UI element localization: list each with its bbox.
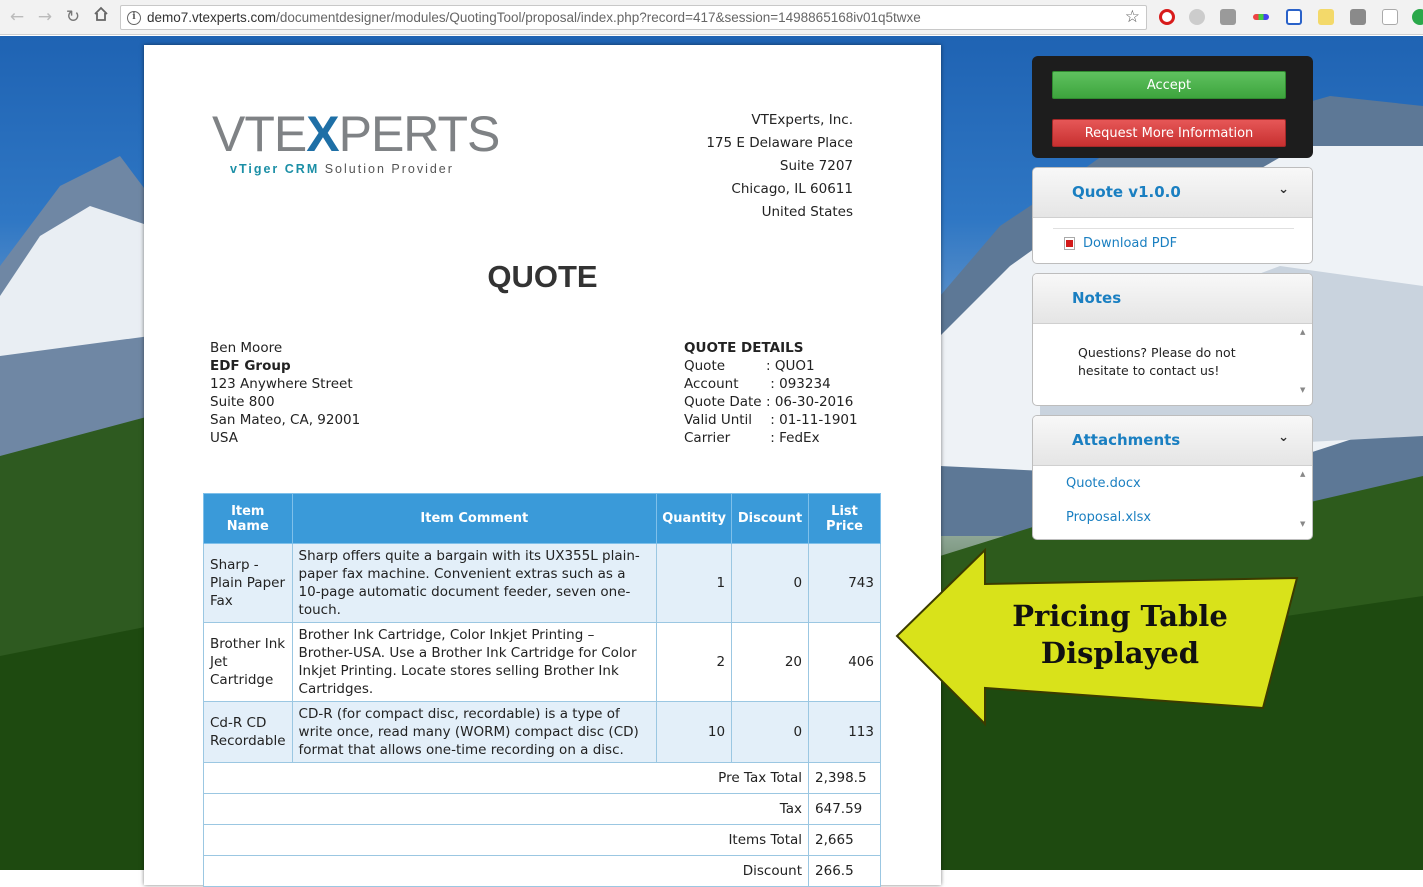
col-header-discount: Discount <box>731 493 810 544</box>
opera-extension-icon[interactable] <box>1159 9 1175 25</box>
actions-panel: Accept Request More Information <box>1032 56 1313 158</box>
customer-address: Ben Moore EDF Group 123 Anywhere Street … <box>210 340 361 446</box>
quote-document: VTEXPERTS vTiger CRM Solution Provider V… <box>144 45 941 887</box>
quote-details: QUOTE DETAILS Quote: QUO1 Account : 0932… <box>684 340 858 446</box>
logo-tagline: vTiger CRM Solution Provider <box>230 162 454 176</box>
detail-row: Carrier : FedEx <box>684 430 820 446</box>
divider <box>1053 228 1294 229</box>
green-extension-icon[interactable] <box>1412 9 1423 25</box>
bookmark-star-icon[interactable]: ☆ <box>1125 7 1140 27</box>
quote-version-panel: Quote v1.0.0 ⌄ Download PDF <box>1032 167 1313 264</box>
request-more-information-button[interactable]: Request More Information <box>1052 119 1286 147</box>
pricing-table: Item Name Item Comment Quantity Discount… <box>202 493 881 887</box>
back-icon[interactable]: ← <box>6 6 28 28</box>
tile-extension-icon[interactable] <box>1220 9 1236 25</box>
attachments-header[interactable]: Attachments ⌄ <box>1033 416 1312 466</box>
detail-row: Quote Date: 06-30-2016 <box>684 394 854 410</box>
scroll-down-icon[interactable]: ▼ <box>1300 386 1308 394</box>
scroll-down-icon[interactable]: ▼ <box>1300 520 1308 528</box>
col-header-item-name: Item Name <box>203 493 293 544</box>
table-header-row: Item Name Item Comment Quantity Discount… <box>203 493 881 544</box>
forward-icon[interactable]: → <box>34 6 56 28</box>
scroll-up-icon[interactable]: ▲ <box>1300 328 1308 336</box>
table-row: Sharp - Plain Paper Fax Sharp offers qui… <box>203 543 881 623</box>
scroll-up-icon[interactable]: ▲ <box>1300 470 1308 478</box>
chevron-down-icon[interactable]: ⌄ <box>1278 430 1289 445</box>
block-extension-icon[interactable] <box>1318 9 1334 25</box>
browser-toolbar: ← → ↻ i demo7.vtexperts.com/documentdesi… <box>0 0 1423 35</box>
attachments-panel: Attachments ⌄ Quote.docx Proposal.xlsx ▲… <box>1032 415 1313 540</box>
vtexperts-logo: VTEXPERTS <box>212 106 500 162</box>
total-row-items: Items Total 2,665 <box>202 824 881 856</box>
quote-version-header[interactable]: Quote v1.0.0 ⌄ <box>1033 168 1312 218</box>
screen-extension-icon[interactable] <box>1286 9 1302 25</box>
company-address: VTExperts, Inc. 175 E Delaware Place Sui… <box>706 112 853 220</box>
notes-text: Questions? Please do not hesitate to con… <box>1078 345 1236 378</box>
pdf-icon <box>1064 237 1075 250</box>
reload-icon[interactable]: ↻ <box>62 6 84 28</box>
download-pdf-link[interactable]: Download PDF <box>1083 236 1177 251</box>
grey-extension-icon[interactable] <box>1189 9 1205 25</box>
url-text: demo7.vtexperts.com/documentdesigner/mod… <box>147 10 921 25</box>
total-row-tax: Tax 647.59 <box>202 793 881 825</box>
info-icon[interactable]: i <box>127 11 141 25</box>
panel-title: Attachments <box>1072 431 1181 449</box>
total-row-pretax: Pre Tax Total 2,398.5 <box>202 762 881 794</box>
text-extension-icon[interactable] <box>1382 9 1398 25</box>
document-title: QUOTE <box>487 259 598 294</box>
panel-title: Notes <box>1072 289 1122 307</box>
detail-row: Valid Until : 01-11-1901 <box>684 412 858 428</box>
col-header-quantity: Quantity <box>656 493 733 544</box>
notes-header: Notes <box>1033 274 1312 324</box>
table-row: Brother Ink Jet Cartridge Brother Ink Ca… <box>203 622 881 702</box>
address-bar[interactable]: i demo7.vtexperts.com/documentdesigner/m… <box>120 5 1147 30</box>
home-icon[interactable] <box>90 6 112 28</box>
detail-row: Quote: QUO1 <box>684 358 815 374</box>
annotation-label: Pricing Table Displayed <box>1012 599 1228 670</box>
accept-button[interactable]: Accept <box>1052 71 1286 99</box>
panel-title: Quote v1.0.0 <box>1072 183 1181 201</box>
detail-row: Account : 093234 <box>684 376 831 392</box>
fb-extension-icon[interactable] <box>1350 9 1366 25</box>
notes-panel: Notes Questions? Please do not hesitate … <box>1032 273 1313 406</box>
color-extension-icon[interactable] <box>1253 14 1269 20</box>
attachment-link-quote-docx[interactable]: Quote.docx <box>1066 476 1141 491</box>
table-row: Cd-R CD Recordable CD-R (for compact dis… <box>203 701 881 763</box>
col-header-list-price: List Price <box>808 493 881 544</box>
attachment-link-proposal-xlsx[interactable]: Proposal.xlsx <box>1066 510 1151 525</box>
total-row-discount: Discount 266.5 <box>202 855 881 887</box>
col-header-item-comment: Item Comment <box>291 493 658 544</box>
chevron-down-icon[interactable]: ⌄ <box>1278 182 1289 197</box>
